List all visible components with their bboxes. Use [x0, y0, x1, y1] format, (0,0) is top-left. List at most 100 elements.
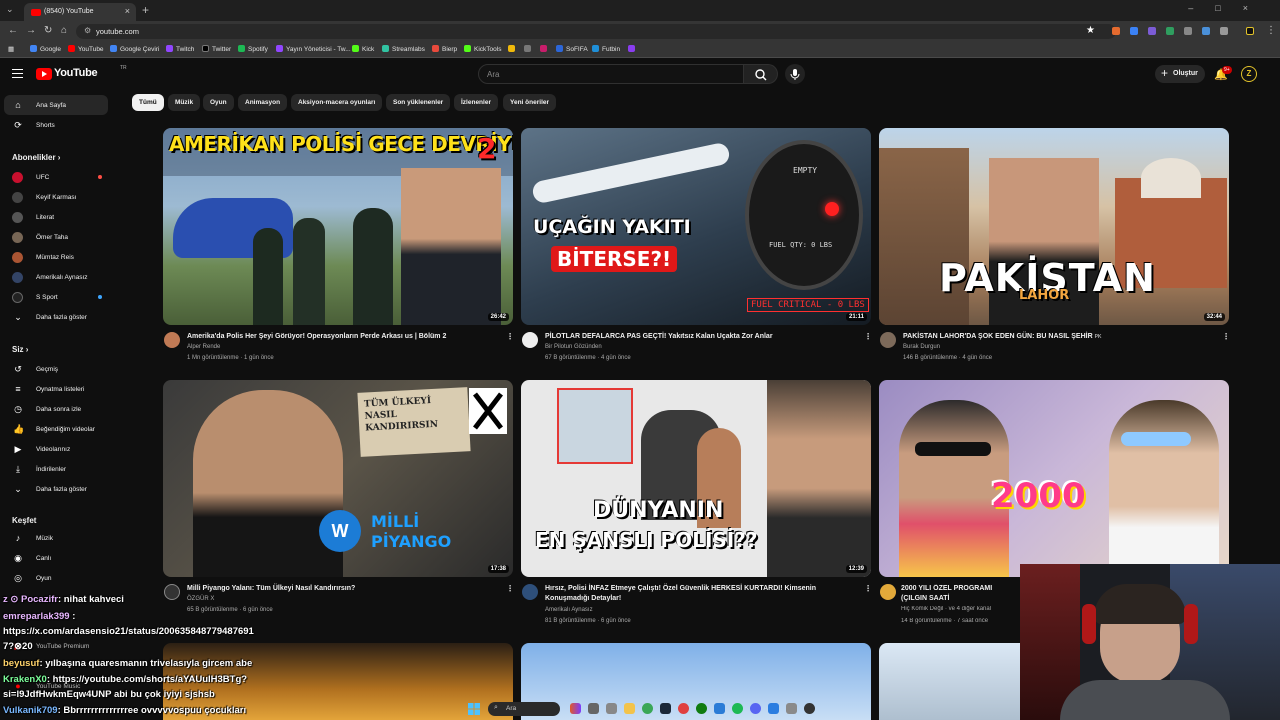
bookmark-item[interactable]: Bierp	[432, 45, 457, 53]
chip[interactable]: Aksiyon-macera oyunları	[291, 94, 383, 111]
sidebar-item-history[interactable]: ↺ Geçmiş	[4, 359, 108, 379]
chip[interactable]: Müzik	[168, 94, 201, 111]
bookmark-item[interactable]	[524, 45, 534, 53]
url-field[interactable]: ⚙ youtube.com	[76, 24, 1116, 39]
bookmark-item[interactable]: Kick	[352, 45, 374, 53]
extension-icon[interactable]	[1148, 27, 1156, 35]
search-input[interactable]: Ara	[478, 64, 744, 84]
browser-menu-icon[interactable]: ⋮	[1266, 25, 1276, 36]
app-icon[interactable]	[606, 703, 617, 714]
video-channel[interactable]: Hiç Komik Değil · ve 4 diğer kanal	[901, 606, 1019, 612]
video-title[interactable]: PAKİSTAN LAHOR'DA ŞOK EDEN GÜN: BU NASIL…	[903, 332, 1203, 342]
bookmark-item[interactable]: Twitch	[166, 45, 194, 53]
channel-avatar[interactable]	[880, 584, 896, 600]
channel-avatar[interactable]	[164, 584, 180, 600]
sidebar-channel[interactable]: Amerikalı Aynasız	[4, 267, 108, 287]
you-heading[interactable]: Siz ›	[12, 345, 28, 354]
app-icon[interactable]	[768, 703, 779, 714]
bookmark-item[interactable]: KickTools	[464, 45, 501, 53]
sidebar-show-more[interactable]: ⌄ Daha fazla göster	[4, 479, 108, 499]
video-channel[interactable]: Bir Pilotun Gözünden	[545, 344, 845, 350]
video-title[interactable]: 2000 YILI ÖZEL PROGRAMI (ÇILGIN SAATİ	[901, 584, 1019, 604]
site-info-icon[interactable]: ⚙	[84, 26, 91, 35]
chip[interactable]: Son yüklenenler	[386, 94, 451, 111]
app-icon[interactable]	[714, 703, 725, 714]
chip-all[interactable]: Tümü	[132, 94, 164, 111]
chip[interactable]: İzlenenler	[454, 94, 498, 111]
bookmark-item[interactable]: Google	[30, 45, 61, 53]
extensions-puzzle-icon[interactable]	[1220, 27, 1228, 35]
chrome-icon[interactable]	[642, 703, 653, 714]
extension-icon[interactable]	[1202, 27, 1210, 35]
obs-icon[interactable]	[804, 703, 815, 714]
extension-icon[interactable]	[1184, 27, 1192, 35]
video-channel[interactable]: Burak Durgun	[903, 344, 1203, 350]
sidebar-item-playlists[interactable]: ≡ Oynatma listeleri	[4, 379, 108, 399]
channel-avatar[interactable]	[522, 332, 538, 348]
app-icon[interactable]	[786, 703, 797, 714]
window-controls[interactable]: –□×	[1188, 3, 1270, 13]
sidebar-channel[interactable]: Keyif Karması	[4, 187, 108, 207]
profile-icon[interactable]	[1246, 27, 1254, 35]
bookmark-item[interactable]	[540, 45, 550, 53]
more-options-icon[interactable]: ⋮	[1222, 332, 1230, 341]
sidebar-item-liked[interactable]: 👍 Beğendiğim videolar	[4, 419, 108, 439]
channel-avatar[interactable]	[522, 584, 538, 600]
sidebar-item-gaming[interactable]: ◎ Oyun	[4, 568, 108, 588]
home-browser-icon[interactable]: ⌂	[61, 25, 67, 36]
video-thumbnail[interactable]: DÜNYANIN EN ŞANSLI POLİSİ?? 12:39	[521, 380, 871, 577]
taskbar-search[interactable]: ⌕ Ara	[488, 702, 560, 716]
sidebar-item-your-videos[interactable]: ▶ Videolarınız	[4, 439, 108, 459]
reload-icon[interactable]: ↻	[44, 25, 52, 36]
app-icon[interactable]	[678, 703, 689, 714]
close-tab-icon[interactable]: ×	[125, 6, 130, 16]
sidebar-item-music[interactable]: ♪ Müzik	[4, 528, 108, 548]
task-view-icon[interactable]	[588, 703, 599, 714]
windows-start-icon[interactable]	[468, 703, 480, 715]
sidebar-item-home[interactable]: ⌂ Ana Sayfa	[4, 95, 108, 115]
video-thumbnail[interactable]: TÜM ÜLKEYİ NASIL KANDIRIRSIN W MİLLİ PİY…	[163, 380, 513, 577]
bookmark-item[interactable]	[508, 45, 518, 53]
video-thumbnail[interactable]: AMERİKAN POLİSİ GECE DEVRİYESİ 2 26:42	[163, 128, 513, 325]
sidebar-channel[interactable]: Mümtaz Reis	[4, 247, 108, 267]
video-title[interactable]: Milli Piyango Yalanı: Tüm Ülkeyi Nasıl K…	[187, 584, 487, 594]
subscriptions-heading[interactable]: Abonelikler ›	[12, 153, 60, 162]
file-explorer-icon[interactable]	[624, 703, 635, 714]
video-channel[interactable]: Amerikalı Aynasız	[545, 607, 845, 613]
discord-icon[interactable]	[750, 703, 761, 714]
sidebar-item-watch-later[interactable]: ◷ Daha sonra izle	[4, 399, 108, 419]
widgets-icon[interactable]	[570, 703, 581, 714]
sidebar-channel[interactable]: Literat	[4, 207, 108, 227]
chip[interactable]: Oyun	[203, 94, 234, 111]
create-button[interactable]: + Oluştur	[1155, 65, 1205, 83]
more-options-icon[interactable]: ⋮	[864, 332, 872, 341]
bookmark-star-icon[interactable]: ★	[1086, 25, 1095, 36]
sidebar-show-more[interactable]: ⌄ Daha fazla göster	[4, 307, 108, 327]
search-button[interactable]	[744, 64, 778, 84]
more-options-icon[interactable]: ⋮	[506, 584, 514, 593]
tab-search-icon[interactable]: ⌄	[6, 4, 14, 15]
apps-grid-icon[interactable]: ▦	[8, 45, 14, 53]
video-title[interactable]: PİLOTLAR DEFALARCA PAS GEÇTİ! Yakıtsız K…	[545, 332, 845, 342]
video-thumbnail[interactable]	[879, 643, 1020, 720]
channel-avatar[interactable]	[164, 332, 180, 348]
bookmark-item[interactable]: Spotify	[238, 45, 268, 53]
extension-icon[interactable]	[1166, 27, 1174, 35]
account-avatar[interactable]: Z	[1241, 66, 1257, 82]
bookmark-item[interactable]: Yayın Yöneticisi - Tw...	[276, 45, 351, 53]
bookmark-item[interactable]: Twitter	[202, 45, 231, 53]
more-options-icon[interactable]: ⋮	[864, 584, 872, 593]
bookmark-item[interactable]: YouTube	[68, 45, 104, 53]
chip[interactable]: Yeni öneriler	[503, 94, 557, 111]
video-thumbnail[interactable]: 2000	[879, 380, 1229, 577]
channel-avatar[interactable]	[880, 332, 896, 348]
sidebar-item-downloads[interactable]: ⤓ İndirilenler	[4, 459, 108, 479]
more-options-icon[interactable]: ⋮	[506, 332, 514, 341]
bookmark-item[interactable]: Streamlabs	[382, 45, 425, 53]
video-thumbnail[interactable]: PAKİSTAN LAHOR 32:44	[879, 128, 1229, 325]
back-arrow-icon[interactable]: ←	[8, 25, 18, 36]
sidebar-channel[interactable]: S Sport	[4, 287, 108, 307]
voice-search-button[interactable]	[785, 64, 805, 84]
bookmark-item[interactable]: SoFIFA	[556, 45, 588, 53]
xbox-icon[interactable]	[696, 703, 707, 714]
